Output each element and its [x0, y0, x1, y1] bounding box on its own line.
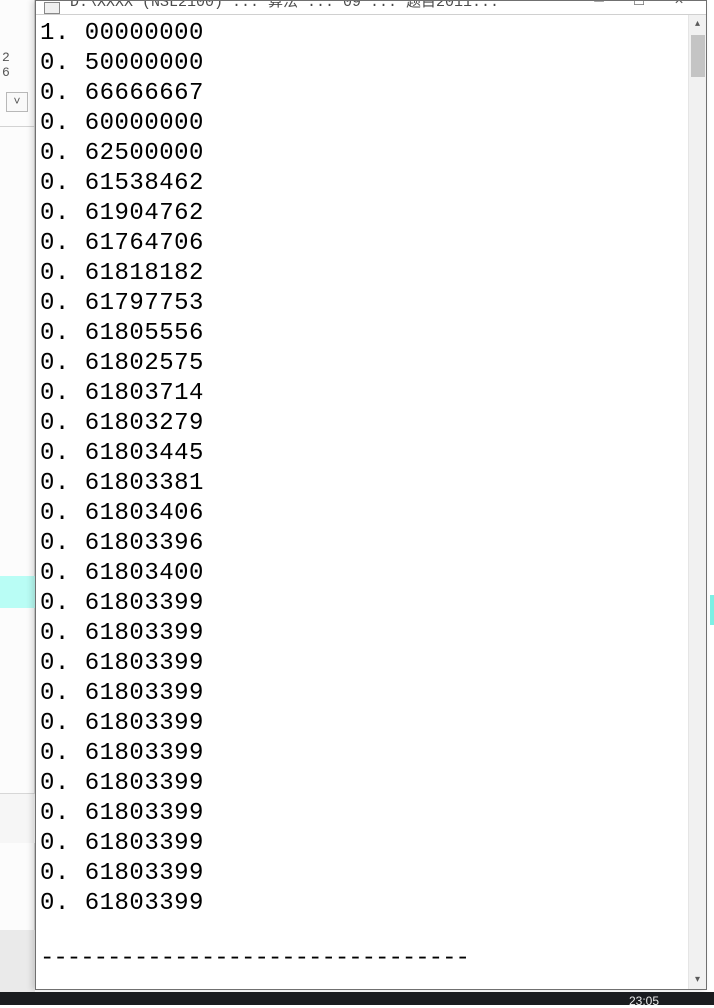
output-line: 0. 61803399	[40, 649, 688, 679]
maximize-icon: □	[634, 1, 644, 10]
output-line: 0. 61803399	[40, 889, 688, 919]
output-line: 0. 61803399	[40, 829, 688, 859]
close-icon: ×	[674, 1, 684, 10]
output-line: 0. 61803399	[40, 589, 688, 619]
bg-zone	[0, 793, 35, 843]
console-output: 1. 000000000. 500000000. 666666670. 6000…	[36, 15, 688, 989]
maximize-button[interactable]: □	[630, 1, 648, 9]
output-line: 0. 61803396	[40, 529, 688, 559]
output-line: 0. 50000000	[40, 49, 688, 79]
minimize-button[interactable]: —	[590, 1, 608, 9]
window-controls: — □ ×	[590, 1, 706, 9]
output-line: 0. 61904762	[40, 199, 688, 229]
output-line: 0. 61764706	[40, 229, 688, 259]
titlebar[interactable]: D:\XXXX (NSL2100) ... 算法 ... 09 ... 题目20…	[36, 1, 706, 15]
output-line: 1. 00000000	[40, 19, 688, 49]
output-line: 0. 61803399	[40, 619, 688, 649]
console-window: D:\XXXX (NSL2100) ... 算法 ... 09 ... 题目20…	[35, 0, 707, 990]
chevron-down-icon: ˅	[13, 95, 20, 109]
bg-cell-fragment: 2 6	[0, 50, 30, 72]
output-line: 0. 61803445	[40, 439, 688, 469]
bg-divider-2	[0, 793, 35, 794]
output-line: 0. 61803406	[40, 499, 688, 529]
minimize-icon: —	[594, 1, 604, 10]
taskbar[interactable]: 23:05	[0, 992, 714, 1005]
close-button[interactable]: ×	[670, 1, 688, 9]
bg-right-highlight	[710, 595, 714, 625]
window-icon	[44, 2, 60, 14]
output-line: 0. 60000000	[40, 109, 688, 139]
output-line: 0. 61818182	[40, 259, 688, 289]
bg-dropdown[interactable]: ˅	[6, 92, 28, 112]
bg-spreadsheet-strip	[0, 0, 35, 1005]
scroll-up-button[interactable]: ▴	[689, 15, 706, 33]
output-line: 0. 61803399	[40, 769, 688, 799]
taskbar-clock[interactable]: 23:05	[629, 994, 659, 1008]
caret-up-icon: ▴	[695, 18, 700, 30]
output-line: 0. 61803399	[40, 799, 688, 829]
output-line: 0. 61797753	[40, 289, 688, 319]
output-line: 0. 61538462	[40, 169, 688, 199]
output-line: 0. 61803399	[40, 679, 688, 709]
output-line: 0. 62500000	[40, 139, 688, 169]
content-wrap: 1. 000000000. 500000000. 666666670. 6000…	[36, 15, 706, 989]
output-separator: --------------------------------	[40, 944, 688, 974]
output-line: 0. 61803399	[40, 739, 688, 769]
output-line: 0. 61803400	[40, 559, 688, 589]
output-line: 0. 66666667	[40, 79, 688, 109]
output-line: 0. 61802575	[40, 349, 688, 379]
output-line: 0. 61803381	[40, 469, 688, 499]
output-line: 0. 61805556	[40, 319, 688, 349]
caret-down-icon: ▾	[695, 974, 700, 986]
scroll-thumb[interactable]	[691, 35, 705, 77]
scroll-down-button[interactable]: ▾	[689, 971, 706, 989]
vertical-scrollbar[interactable]: ▴ ▾	[688, 15, 706, 989]
output-line: 0. 61803714	[40, 379, 688, 409]
bg-zone-footer	[0, 930, 35, 995]
output-line: 0. 61803279	[40, 409, 688, 439]
bg-row-highlight	[0, 576, 35, 608]
bg-divider	[0, 126, 35, 127]
output-line: 0. 61803399	[40, 859, 688, 889]
output-line: 0. 61803399	[40, 709, 688, 739]
